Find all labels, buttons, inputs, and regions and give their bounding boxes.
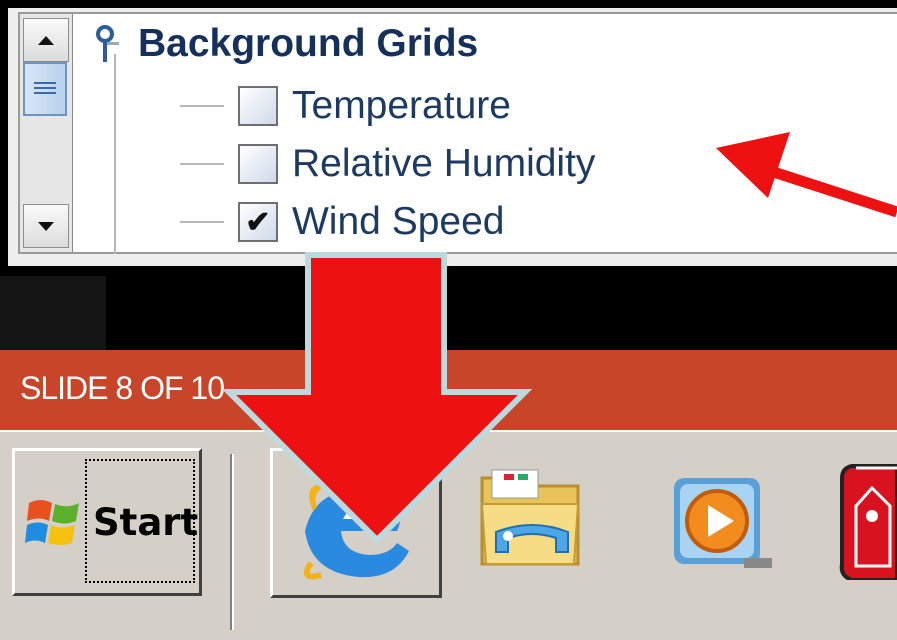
red-down-arrow [221,252,533,545]
red-pointer-arrow [716,132,897,218]
annotation-overlay [221,132,897,545]
